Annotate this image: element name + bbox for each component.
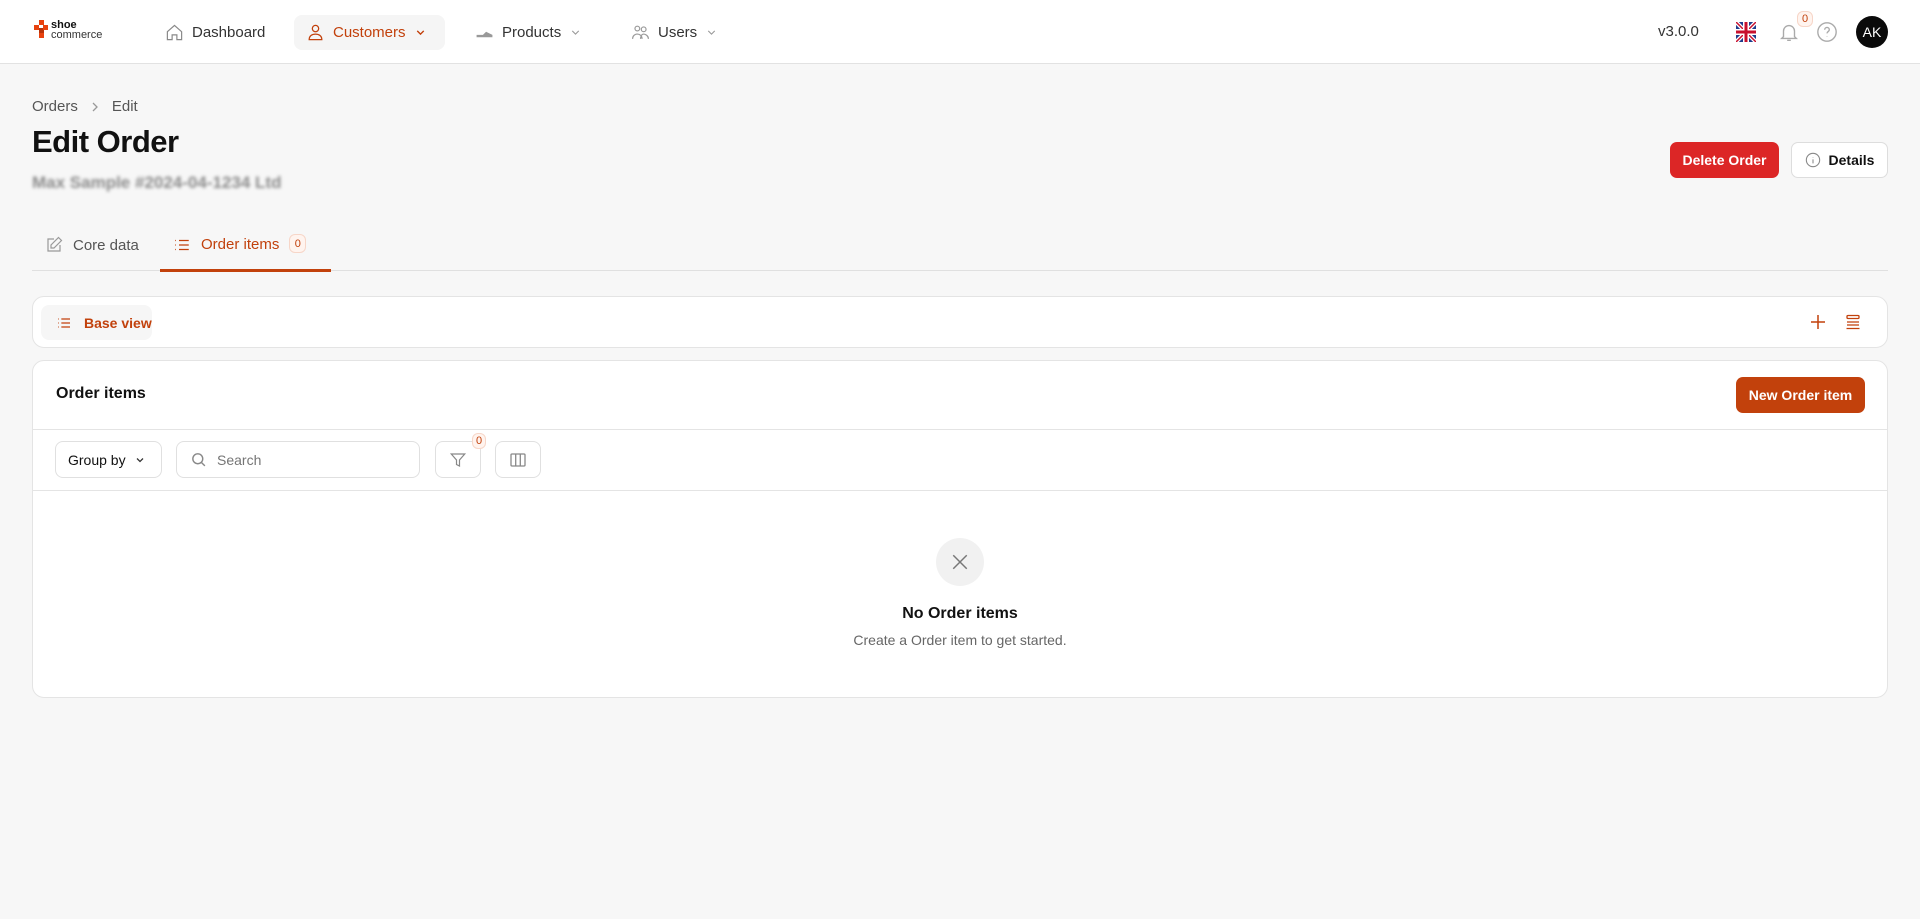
home-icon — [166, 24, 183, 41]
chevron-down-icon — [572, 30, 580, 35]
close-icon — [952, 554, 968, 570]
tab-label: Order items — [201, 236, 280, 253]
bell-icon[interactable] — [1778, 21, 1800, 43]
views-bar: Base view — [32, 296, 1888, 348]
base-view-button[interactable]: Base view — [41, 305, 152, 340]
nav-label: Users — [658, 24, 698, 41]
help-icon[interactable] — [1816, 21, 1838, 43]
logo-text-bottom: commerce — [51, 29, 103, 41]
pencil-icon — [47, 236, 63, 252]
details-label: Details — [1828, 152, 1875, 168]
breadcrumb-orders[interactable]: Orders — [32, 98, 78, 115]
top-nav-bar: shoe commerce Dashboard Customers Produc… — [0, 0, 1920, 64]
redacted-subtitle: Max Sample #2024-04-1234 Ltd — [32, 173, 282, 192]
logo-icon — [34, 20, 48, 38]
group-by-dropdown[interactable]: Group by — [55, 441, 162, 478]
tab-order-items[interactable]: Order items 0 — [160, 234, 331, 272]
chevron-down-icon — [136, 457, 144, 462]
breadcrumb: Orders Edit — [32, 98, 138, 115]
divider — [33, 429, 1887, 430]
uk-flag-icon[interactable] — [1736, 22, 1756, 42]
filter-icon — [449, 452, 467, 467]
tab-core-data[interactable]: Core data — [45, 236, 139, 254]
new-order-item-button[interactable]: New Order item — [1736, 377, 1865, 413]
users-icon — [631, 25, 650, 39]
nav-products[interactable]: Products — [463, 15, 594, 50]
panel-title: Order items — [56, 385, 146, 402]
tab-label: Core data — [73, 236, 139, 254]
chevron-down-icon — [416, 30, 424, 36]
list-icon — [58, 317, 70, 328]
nav-dashboard[interactable]: Dashboard — [153, 15, 277, 50]
nav-label: Dashboard — [192, 24, 266, 41]
group-by-label: Group by — [68, 451, 126, 468]
nav-customers[interactable]: Customers — [294, 15, 445, 50]
empty-state-icon — [936, 538, 984, 586]
empty-state-message: Create a Order item to get started. — [853, 632, 1067, 648]
divider — [33, 490, 1887, 491]
plus-icon[interactable] — [1810, 314, 1826, 330]
search-input[interactable] — [217, 451, 397, 468]
notification-count: 0 — [1797, 11, 1813, 27]
user-icon — [308, 24, 323, 41]
details-button[interactable]: Details — [1791, 142, 1888, 178]
columns-icon — [510, 452, 526, 467]
version-label: v3.0.0 — [1658, 23, 1699, 40]
nav-label: Customers — [333, 24, 406, 41]
breadcrumb-edit: Edit — [111, 98, 138, 115]
page-title: Edit Order — [32, 124, 179, 159]
filter-count-badge: 0 — [472, 433, 486, 449]
columns-button[interactable] — [495, 441, 541, 478]
delete-order-button[interactable]: Delete Order — [1670, 142, 1779, 178]
nav-users[interactable]: Users — [619, 15, 730, 50]
chevron-right-icon — [92, 102, 98, 111]
view-list-icon[interactable] — [1845, 314, 1861, 330]
avatar[interactable]: AK — [1856, 16, 1888, 48]
logo[interactable]: shoe commerce — [34, 20, 103, 41]
chevron-down-icon — [708, 30, 716, 35]
search-icon — [192, 453, 206, 467]
empty-state-title: No Order items — [902, 605, 1018, 622]
shoe-icon — [476, 31, 493, 38]
search-field[interactable] — [176, 441, 420, 478]
tab-count-badge: 0 — [289, 234, 307, 253]
list-icon — [175, 239, 189, 251]
nav-label: Products — [502, 24, 562, 41]
base-view-label: Base view — [84, 314, 152, 331]
info-icon — [1805, 152, 1820, 168]
